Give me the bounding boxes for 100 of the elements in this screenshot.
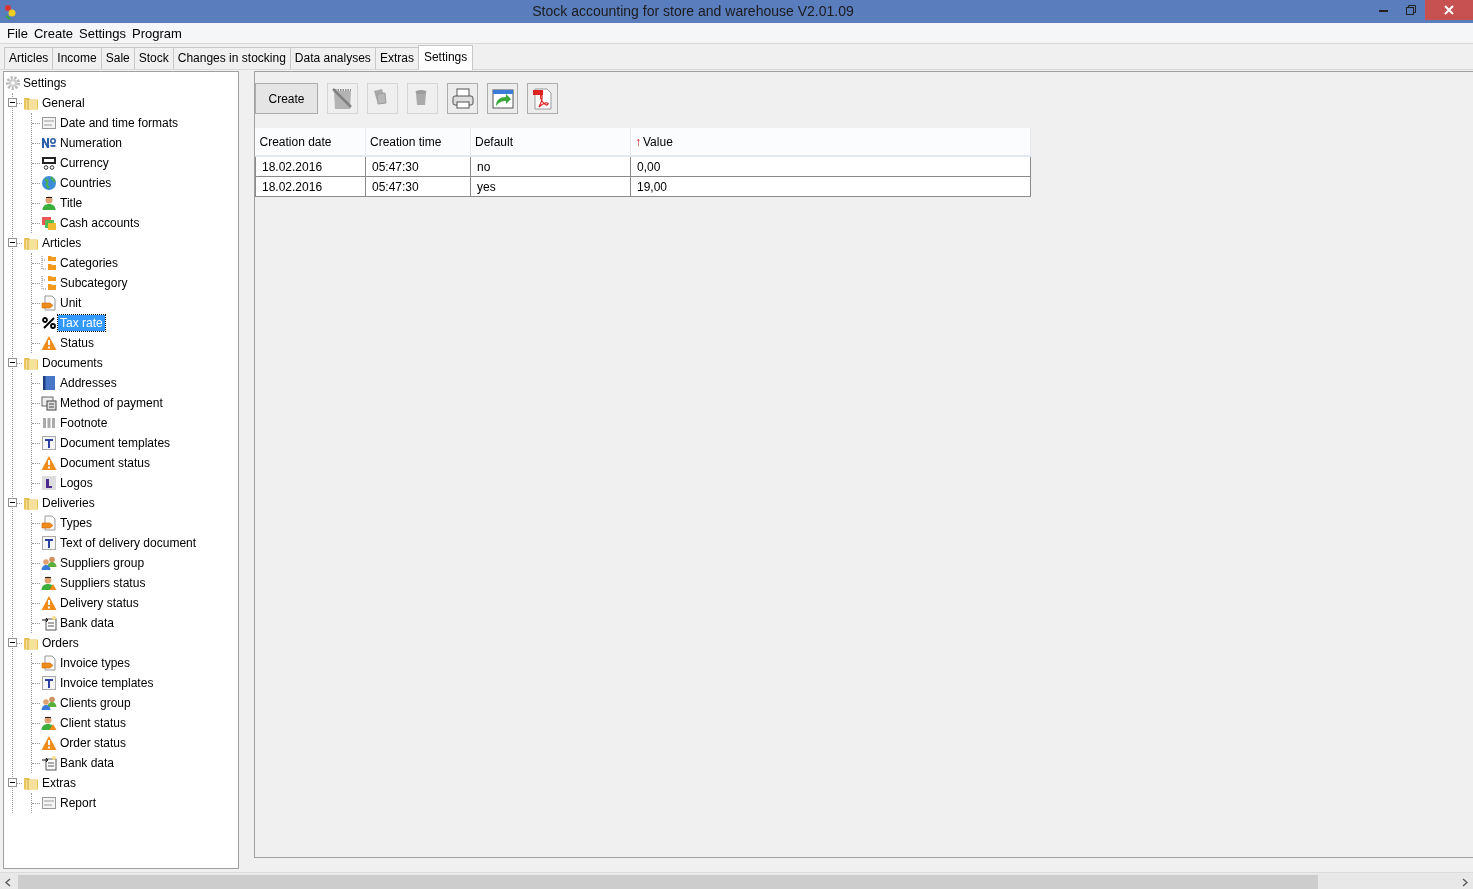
tree-item[interactable]: Footnote [58,415,110,431]
tree-item[interactable]: Suppliers status [58,575,148,591]
transfer-icon [41,615,57,631]
menu-item[interactable]: Settings [76,23,129,43]
tree-item[interactable]: Document templates [58,435,173,451]
app-icon [3,3,17,20]
scroll-right-icon[interactable] [1462,877,1468,887]
warning-icon [41,335,57,351]
minimize-icon[interactable] [1378,8,1388,12]
book-icon [41,375,57,391]
table-cell: 18.02.2016 [255,176,366,197]
scrollbar-thumb[interactable] [18,875,1318,889]
pdf-button[interactable] [527,83,558,114]
collapse-icon[interactable] [8,358,17,367]
tree-item[interactable]: Countries [58,175,114,191]
tree-item[interactable]: Types [58,515,94,531]
tree-item[interactable]: Numeration [58,135,125,151]
folders-icon [41,255,57,271]
tree-item[interactable]: Suppliers group [58,555,147,571]
tree-item[interactable]: Categories [58,255,121,271]
menu-item[interactable]: File [4,23,31,43]
tree-item[interactable]: Currency [58,155,111,171]
sort-arrow: ↑ [635,134,641,149]
tree-item[interactable]: Bank data [58,755,117,771]
printer-icon [450,86,475,111]
tree-item[interactable]: Extras [40,775,78,791]
tree-item[interactable]: Invoice templates [58,675,156,691]
table-cell: yes [470,176,631,197]
folder-icon [23,235,39,251]
menu-item[interactable]: Program [128,23,185,43]
export-button[interactable] [487,83,518,114]
restore-icon[interactable] [1406,5,1416,15]
tree-item[interactable]: Client status [58,715,129,731]
tree-item[interactable]: Cash accounts [58,215,142,231]
collapse-icon[interactable] [8,778,17,787]
tree-item[interactable]: Bank data [58,615,117,631]
tree-item[interactable]: Text of delivery document [58,535,199,551]
tree-item[interactable]: Documents [40,355,105,371]
printer-button[interactable] [447,83,478,114]
collapse-icon[interactable] [8,638,17,647]
table-cell: 18.02.2016 [255,156,366,177]
tab[interactable]: Settings [417,45,474,70]
column-header[interactable]: Creation date [255,128,366,156]
folders-icon [41,275,57,291]
column-header[interactable]: Creation time [365,128,471,156]
scroll-left-icon[interactable] [5,877,11,887]
tree-item[interactable]: Orders [40,635,81,651]
tree-item[interactable]: Invoice types [58,655,133,671]
close-icon [1444,5,1454,15]
tree-item[interactable]: Status [58,335,97,351]
tree-item[interactable]: General [40,95,87,111]
folder-icon [23,95,39,111]
warning-icon [41,595,57,611]
tree-item[interactable]: Date and time formats [58,115,181,131]
folder-icon [23,355,39,371]
tree-item[interactable]: Addresses [58,375,119,391]
warning-icon [41,735,57,751]
export-icon [490,86,515,111]
create-button[interactable]: Create [255,83,318,114]
people-icon [41,555,57,571]
folder-icon [23,635,39,651]
tree-item[interactable]: Report [58,795,99,811]
window-title: Stock accounting for store and warehouse V2.01.09 [531,2,855,21]
logo-icon [41,475,57,491]
tree-item[interactable]: Settings [21,75,69,91]
person-icon [41,195,57,211]
table-cell: no [470,156,631,177]
folder-icon [23,495,39,511]
collapse-icon[interactable] [8,498,17,507]
calculator-icon [41,395,57,411]
tree-item[interactable]: Unit [58,295,84,311]
form-icon [41,795,57,811]
columns-icon [41,415,57,431]
column-header[interactable]: Default [470,128,631,156]
close-button[interactable] [1425,0,1473,20]
tree-item[interactable]: Deliveries [40,495,97,511]
globe-icon [41,175,57,191]
folder-icon [23,775,39,791]
tree-item[interactable]: Order status [58,735,129,751]
tree-item[interactable]: Logos [58,475,95,491]
tree-item[interactable]: Articles [40,235,84,251]
people-icon [41,695,57,711]
tree-item[interactable]: Title [58,195,85,211]
person-alert-icon [41,715,57,731]
table-cell: 19,00 [630,176,1031,197]
tree-item[interactable]: Method of payment [58,395,165,411]
menu-item[interactable]: Create [30,23,76,43]
text-icon [41,435,57,451]
text-icon [41,675,57,691]
tab[interactable]: Articles [4,47,54,69]
collapse-icon[interactable] [8,238,17,247]
tree-item[interactable]: Delivery status [58,595,141,611]
percent-icon [41,315,57,331]
tree-item[interactable]: Document status [58,455,153,471]
tree-item[interactable]: Clients group [58,695,133,711]
text-icon [41,535,57,551]
collapse-icon[interactable] [8,98,17,107]
column-title: Value [643,134,673,149]
tree-item[interactable]: Subcategory [58,275,130,291]
form-icon [41,115,57,131]
